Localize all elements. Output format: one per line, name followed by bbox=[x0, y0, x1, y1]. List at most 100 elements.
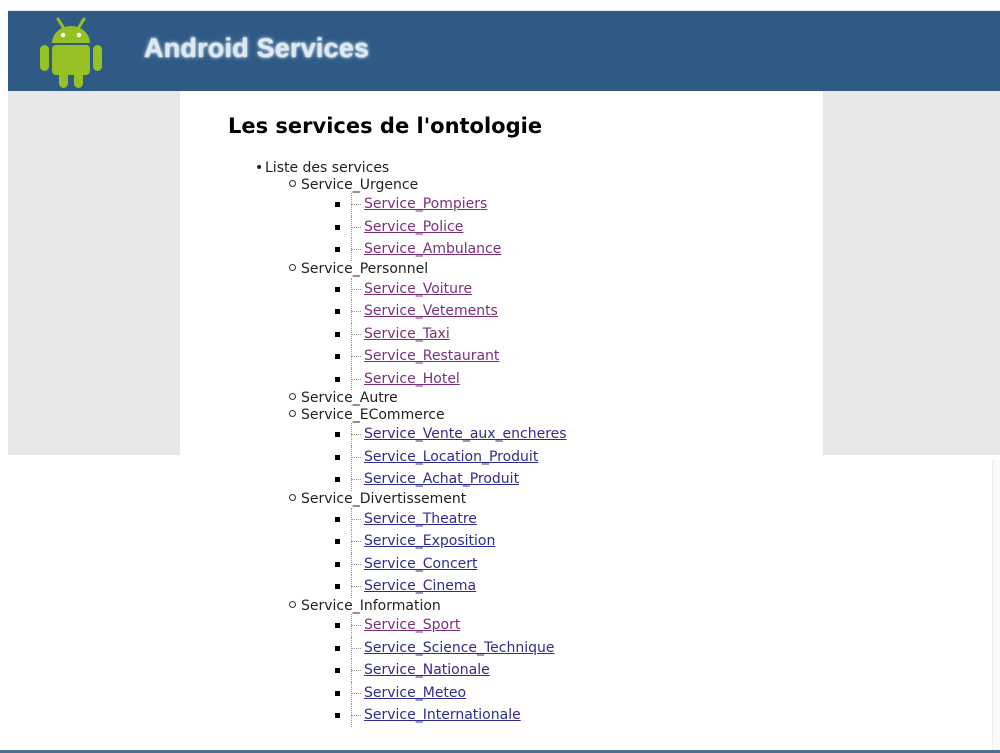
tree-connector-tick bbox=[351, 670, 361, 672]
right-margin-panel bbox=[823, 91, 1000, 455]
square-bullet-icon bbox=[335, 224, 340, 230]
service-link[interactable]: Service_Nationale bbox=[364, 659, 490, 682]
category-item: Service_Urgence bbox=[255, 177, 466, 194]
tree-connector-tick bbox=[351, 333, 361, 335]
tree-connector-tick bbox=[351, 311, 361, 313]
service-link[interactable]: Service_Ambulance bbox=[364, 238, 501, 261]
list-item: Service_Location_Produit bbox=[335, 445, 538, 469]
circle-bullet-icon bbox=[289, 600, 296, 608]
service-link[interactable]: Service_Concert bbox=[364, 553, 478, 576]
list-item: Service_Vente_aux_encheres bbox=[335, 423, 567, 446]
list-item: Service_Nationale bbox=[335, 659, 490, 682]
service-link-list: Service_Voiture Service_Vetements Service_… bbox=[335, 277, 499, 391]
square-bullet-icon bbox=[335, 202, 340, 208]
category-label: Service_Information bbox=[301, 597, 441, 614]
list-item: Service_Restaurant bbox=[335, 345, 499, 368]
category-label: Service_Divertissement bbox=[301, 490, 467, 507]
tree-root: • Liste des services bbox=[255, 160, 466, 177]
service-link[interactable]: Service_Pompiers bbox=[364, 193, 487, 216]
service-link[interactable]: Service_Vetements bbox=[364, 300, 498, 323]
service-link[interactable]: Service_Hotel bbox=[364, 368, 460, 391]
tree-connector-tick bbox=[351, 479, 361, 481]
circle-bullet-icon bbox=[289, 409, 296, 417]
service-link[interactable]: Service_Cinema bbox=[364, 575, 476, 598]
category-label: Service_ECommerce bbox=[301, 406, 445, 423]
square-bullet-icon bbox=[335, 645, 340, 651]
tree-connector-tick bbox=[351, 456, 361, 458]
list-item: Service_Exposition bbox=[335, 530, 495, 553]
tree-connector-tick bbox=[351, 226, 361, 228]
circle-bullet-icon bbox=[289, 493, 296, 501]
list-item: Service_Science_Technique bbox=[335, 636, 555, 660]
square-bullet-icon bbox=[335, 668, 340, 674]
service-link[interactable]: Service_Theatre bbox=[364, 508, 477, 531]
tree-connector-tick bbox=[351, 249, 361, 251]
square-bullet-icon bbox=[335, 331, 340, 337]
square-bullet-icon bbox=[335, 376, 340, 382]
square-bullet-icon bbox=[335, 561, 340, 567]
list-item: Service_Meteo bbox=[335, 681, 466, 705]
android-robot-icon bbox=[40, 17, 102, 88]
service-link-list: Service_Vente_aux_encheres Service_Locati… bbox=[335, 423, 567, 491]
square-bullet-icon bbox=[335, 286, 340, 292]
list-item: Service_Sport bbox=[335, 614, 466, 637]
square-bullet-icon bbox=[335, 690, 340, 696]
service-link[interactable]: Service_Voiture bbox=[364, 278, 472, 301]
tree-connector-tick bbox=[351, 563, 361, 565]
category-item: Service_ECommerce bbox=[255, 407, 466, 424]
square-bullet-icon bbox=[335, 354, 340, 360]
page-title: Les services de l'ontologie bbox=[228, 114, 543, 138]
category-item: Service_Personnel bbox=[255, 261, 466, 278]
tree-connector-tick bbox=[351, 692, 361, 694]
square-bullet-icon bbox=[335, 454, 340, 460]
tree-connector-tick bbox=[351, 288, 361, 290]
square-bullet-icon bbox=[335, 247, 340, 253]
service-link[interactable]: Service_Restaurant bbox=[364, 345, 499, 368]
brand-title: Android Services bbox=[144, 33, 370, 63]
square-bullet-icon bbox=[335, 516, 340, 522]
service-link[interactable]: Service_Meteo bbox=[364, 682, 466, 705]
list-item: Service_Internationale bbox=[335, 704, 521, 727]
list-item: Service_Theatre bbox=[335, 507, 477, 531]
site-header: Android Services bbox=[8, 10, 1000, 91]
square-bullet-icon bbox=[335, 539, 340, 545]
tree-connector-tick bbox=[351, 518, 361, 520]
tree-connector-tick bbox=[351, 356, 361, 358]
services-tree: • Liste des services Service_Urgence Servi… bbox=[255, 160, 567, 727]
tree-connector-tick bbox=[351, 541, 361, 543]
circle-bullet-icon bbox=[289, 263, 296, 271]
service-link[interactable]: Service_Achat_Produit bbox=[364, 468, 519, 491]
tree-connector-tick bbox=[351, 434, 361, 436]
service-link[interactable]: Service_Exposition bbox=[364, 530, 495, 553]
service-link-list: Service_Sport Service_Science_Technique Se… bbox=[335, 614, 555, 727]
circle-bullet-icon bbox=[289, 393, 296, 401]
tree-connector-tick bbox=[351, 647, 361, 649]
tree-connector-tick bbox=[351, 204, 361, 206]
tree-connector-tick bbox=[351, 378, 361, 380]
category-label: Service_Autre bbox=[301, 390, 398, 407]
category-item: Service_Divertissement bbox=[255, 491, 466, 508]
square-bullet-icon bbox=[335, 713, 340, 719]
list-item: Service_Achat_Produit bbox=[335, 468, 519, 491]
list-item: Service_Vetements bbox=[335, 300, 498, 323]
scrollbar-track bbox=[992, 460, 1000, 750]
service-link-list: Service_Theatre Service_Exposition Service… bbox=[335, 507, 495, 598]
service-link[interactable]: Service_Vente_aux_encheres bbox=[364, 423, 567, 446]
square-bullet-icon bbox=[335, 309, 340, 315]
service-link[interactable]: Service_Location_Produit bbox=[364, 446, 538, 469]
category-list: Service_Urgence Service_Pompiers Service_P… bbox=[255, 177, 567, 727]
service-link[interactable]: Service_Sport bbox=[364, 614, 460, 637]
service-link[interactable]: Service_Science_Technique bbox=[364, 637, 555, 660]
square-bullet-icon bbox=[335, 432, 340, 438]
list-item: Service_Hotel bbox=[335, 367, 466, 391]
service-link[interactable]: Service_Taxi bbox=[364, 323, 450, 346]
list-item: Service_Cinema bbox=[335, 575, 476, 598]
tree-connector-tick bbox=[351, 625, 361, 627]
disc-bullet-icon: • bbox=[255, 160, 264, 176]
tree-connector-tick bbox=[351, 586, 361, 588]
service-link[interactable]: Service_Police bbox=[364, 216, 463, 239]
service-link-list: Service_Pompiers Service_Police Service_Am… bbox=[335, 193, 501, 261]
list-item: Service_Ambulance bbox=[335, 238, 501, 261]
service-link[interactable]: Service_Internationale bbox=[364, 704, 521, 727]
list-item: Service_Concert bbox=[335, 552, 478, 576]
